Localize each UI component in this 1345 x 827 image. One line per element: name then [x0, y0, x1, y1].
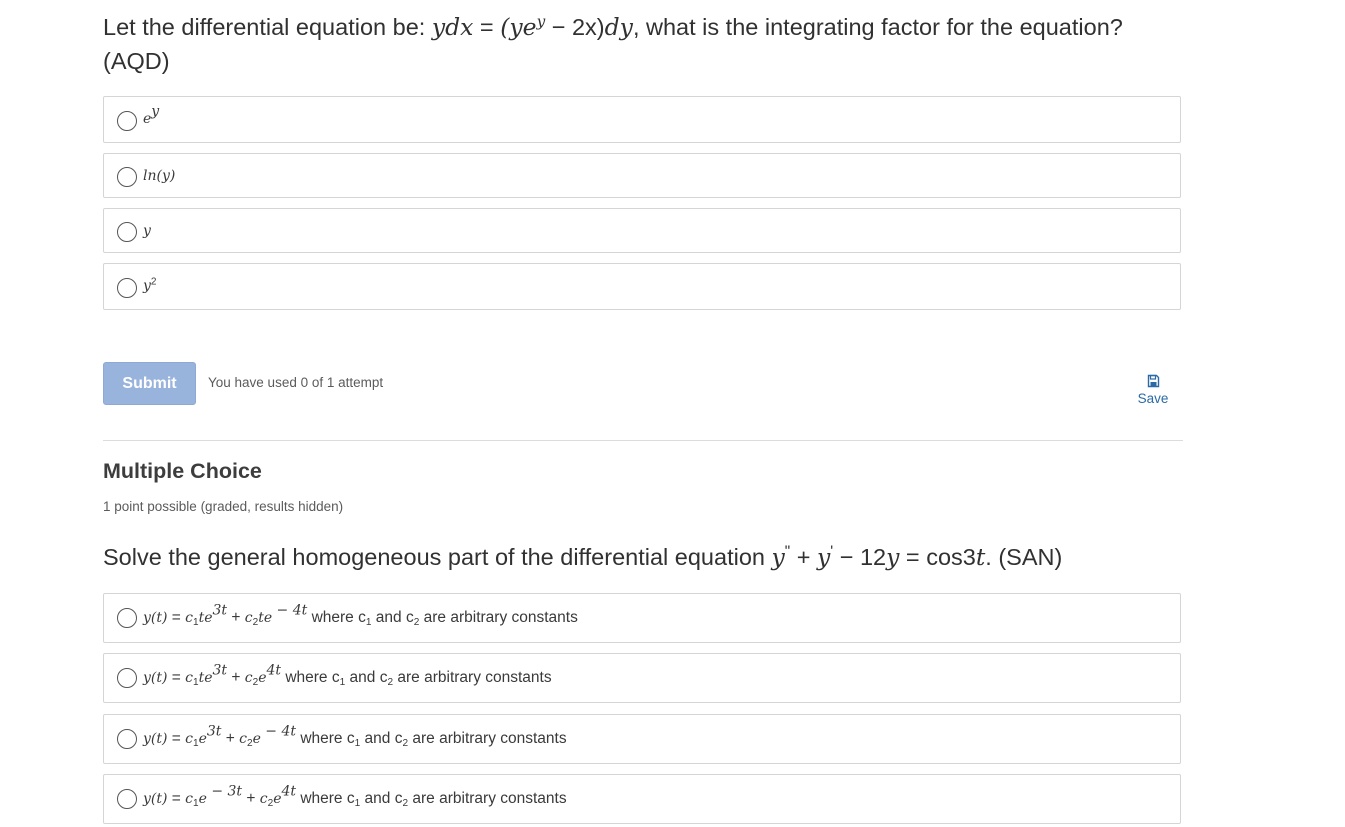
question-2-text: Solve the general homogeneous part of th…: [103, 544, 772, 570]
radio-button[interactable]: [117, 789, 137, 809]
and-text: and c: [371, 609, 414, 626]
and-text: and c: [345, 669, 388, 686]
q2-option-4[interactable]: y(t) = c1e − 3t + c2e4t where c1 and c2 …: [103, 774, 1181, 824]
radio-button[interactable]: [117, 729, 137, 749]
attempts-text: You have used 0 of 1 attempt: [208, 375, 384, 390]
and-text: and c: [360, 790, 403, 807]
exp-2: 4t: [266, 662, 282, 679]
radio-button[interactable]: [117, 608, 137, 628]
question-1-tag: (AQD): [103, 48, 170, 74]
equation-open: (ye: [500, 13, 537, 41]
term-1: te: [198, 670, 213, 686]
option-equals: =: [167, 790, 186, 807]
option-text: ln(y): [143, 168, 176, 184]
term-1: e: [198, 731, 207, 747]
exp-2: − 4t: [272, 602, 308, 619]
equation-lhs: ydx: [431, 13, 474, 41]
suffix: where c: [296, 790, 355, 807]
option-base: y: [143, 278, 151, 294]
question-1-prompt: Let the differential equation be: ydx = …: [103, 10, 1183, 78]
save-button[interactable]: Save: [1128, 374, 1178, 406]
q1-option-2[interactable]: ln(y): [103, 153, 1181, 198]
points-text: 1 point possible (graded, results hidden…: [103, 499, 344, 514]
q1-option-4[interactable]: y2: [103, 263, 1181, 310]
section-divider: [103, 440, 1183, 441]
eq-rhs: = cos3: [899, 544, 976, 570]
term-1: e: [198, 791, 207, 807]
option-lhs: y(t): [143, 610, 168, 626]
option-lhs: y(t): [143, 791, 168, 807]
q1-option-1[interactable]: ey: [103, 96, 1181, 143]
option-exp: 2: [150, 276, 157, 288]
tail-text: are arbitrary constants: [408, 790, 567, 807]
term-2: te: [258, 610, 273, 626]
option-equals: =: [167, 730, 186, 747]
option-lhs: y(t): [143, 731, 168, 747]
tail-text: are arbitrary constants: [393, 669, 552, 686]
q2-option-2[interactable]: y(t) = c1te3t + c2e4t where c1 and c2 ar…: [103, 653, 1181, 703]
question-1-prefix: Let the differential equation be:: [103, 14, 432, 40]
exp-1: 3t: [206, 723, 222, 740]
option-label: y(t) = c1te3t + c2e4t where c1 and c2 ar…: [143, 662, 552, 689]
eq-t: t: [975, 543, 986, 571]
option-label: ey: [143, 104, 159, 128]
eq-y: y: [771, 543, 785, 571]
option-text: y: [143, 223, 151, 239]
exp-2: − 4t: [260, 723, 297, 740]
q2-option-1[interactable]: y(t) = c1te3t + c2te − 4t where c1 and c…: [103, 593, 1181, 643]
eq-y: y: [886, 543, 900, 571]
equation-minus: − 2x): [545, 14, 605, 40]
option-label: y(t) = c1e − 3t + c2e4t where c1 and c2 …: [143, 783, 567, 810]
radio-button[interactable]: [117, 278, 137, 298]
equation-dy: dy: [604, 13, 633, 41]
exp-2: 4t: [281, 783, 297, 800]
radio-button[interactable]: [117, 167, 137, 187]
radio-button[interactable]: [117, 222, 137, 242]
option-exp: y: [151, 103, 160, 120]
submit-button[interactable]: Submit: [103, 362, 196, 405]
question-2-tag: . (SAN): [985, 544, 1063, 570]
option-lhs: y(t): [143, 670, 168, 686]
tail-text: are arbitrary constants: [408, 730, 567, 747]
section-title: Multiple Choice: [103, 459, 262, 483]
suffix: where c: [281, 669, 340, 686]
equation-equals: =: [473, 14, 501, 40]
option-label: ln(y): [143, 167, 175, 185]
radio-button[interactable]: [117, 668, 137, 688]
q2-option-3[interactable]: y(t) = c1e3t + c2e − 4t where c1 and c2 …: [103, 714, 1181, 764]
q1-option-3[interactable]: y: [103, 208, 1181, 253]
eq-minus: − 12: [833, 544, 887, 570]
tail-text: are arbitrary constants: [419, 609, 578, 626]
floppy-disk-icon: [1147, 374, 1159, 388]
option-label: y: [143, 222, 151, 240]
option-label: y(t) = c1te3t + c2te − 4t where c1 and c…: [143, 602, 578, 629]
question-2-prompt: Solve the general homogeneous part of th…: [103, 540, 1183, 574]
eq-y: y: [817, 543, 831, 571]
suffix: where c: [296, 730, 355, 747]
suffix: where c: [307, 609, 366, 626]
option-equals: =: [167, 669, 186, 686]
term-1: te: [198, 610, 213, 626]
exp-1: 3t: [212, 602, 228, 619]
eq-plus: +: [790, 544, 817, 570]
and-text: and c: [360, 730, 403, 747]
save-label: Save: [1137, 391, 1169, 406]
radio-button[interactable]: [117, 111, 137, 131]
exp-1: 3t: [212, 662, 228, 679]
option-equals: =: [167, 609, 186, 626]
option-label: y2: [143, 277, 157, 295]
equation-exponent: y: [536, 12, 546, 31]
option-label: y(t) = c1e3t + c2e − 4t where c1 and c2 …: [143, 723, 567, 750]
exp-1: − 3t: [206, 783, 243, 800]
term-2: e: [252, 731, 261, 747]
question-1-suffix: , what is the integrating factor for the…: [632, 14, 1123, 40]
